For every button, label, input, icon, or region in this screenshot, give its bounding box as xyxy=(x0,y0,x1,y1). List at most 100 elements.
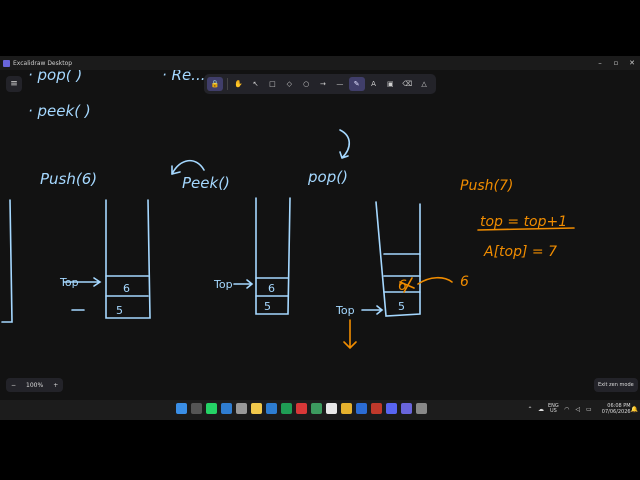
diamond-icon: ◇ xyxy=(286,80,292,88)
push7-label: Push(7) xyxy=(460,178,513,194)
arrow-icon: → xyxy=(320,80,326,88)
file-explorer-icon[interactable] xyxy=(251,403,262,414)
lock-tool-button[interactable]: 🔒 xyxy=(207,77,223,91)
exit-zen-mode-button[interactable]: Exit zen mode xyxy=(594,378,638,392)
zoom-controls: − 100% + xyxy=(6,378,64,392)
stack-1 xyxy=(105,199,151,319)
text-tool-button[interactable]: A xyxy=(366,77,382,91)
lock-icon: 🔒 xyxy=(210,80,220,88)
toolbar-separator xyxy=(226,78,228,90)
image-icon: ▣ xyxy=(387,80,394,88)
stack-3-crossed-6: 6 xyxy=(398,278,407,294)
excel-icon[interactable] xyxy=(281,403,292,414)
chevron-up-icon[interactable]: ⌃ xyxy=(526,406,534,413)
settings-icon[interactable] xyxy=(236,403,247,414)
whatsapp-icon[interactable] xyxy=(206,403,217,414)
canvas-drawing: · pop( ) · Re... · peek( ) Push(6) Peek(… xyxy=(1,66,575,350)
popped-value: 6 xyxy=(460,274,469,290)
onedrive-icon[interactable]: ☁ xyxy=(537,406,545,413)
push6-label: Push(6) xyxy=(40,170,97,188)
language-indicator[interactable]: ENG US xyxy=(548,404,559,414)
hand-tool-button[interactable]: ✋ xyxy=(231,77,247,91)
line-tool-button[interactable]: — xyxy=(332,77,348,91)
wifi-icon[interactable]: ◠ xyxy=(563,406,571,413)
minimize-button[interactable]: – xyxy=(592,59,608,67)
re-text: · Re... xyxy=(162,70,206,84)
top-label-2: Top xyxy=(213,278,233,291)
ellipse-icon: ○ xyxy=(303,80,310,88)
top-arrow-3 xyxy=(361,305,384,315)
clock-date: 07/06/2026 xyxy=(601,409,631,415)
eraser-tool-button[interactable]: ⌫ xyxy=(399,77,415,91)
assign-statement: A[top] = 7 xyxy=(483,244,557,260)
maximize-button[interactable]: ▫ xyxy=(608,59,624,67)
selection-tool-button[interactable]: ↖ xyxy=(248,77,264,91)
region-code: US xyxy=(549,408,557,414)
selection-icon: ↖ xyxy=(252,80,259,88)
excalidraw-window: Excalidraw Desktop – ▫ ✕ · pop() · Re..… xyxy=(0,56,640,420)
stack-2-value-6: 6 xyxy=(268,282,275,295)
top-label-3: Top xyxy=(335,304,355,317)
shape-toolbar: 🔒 ✋ ↖ □ ◇ ○ → — ✎ A ▣ ⌫ △ xyxy=(204,74,436,94)
drawing-canvas[interactable]: · pop( ) · Re... · peek( ) Push(6) Peek(… xyxy=(0,66,640,386)
more-tools-tool-button[interactable]: △ xyxy=(416,77,432,91)
taskbar-apps xyxy=(176,403,431,414)
image-tool-button[interactable]: ▣ xyxy=(382,77,398,91)
arrow-tool-button[interactable]: → xyxy=(315,77,331,91)
intellij-icon[interactable] xyxy=(371,403,382,414)
pop-text: · pop( ) xyxy=(28,70,82,84)
left-stack-edge xyxy=(1,199,13,323)
top-label-1: Top xyxy=(59,276,79,289)
volume-icon[interactable]: ◁ xyxy=(574,406,582,413)
pop-out-arrow xyxy=(417,276,453,285)
more-tools-icon: △ xyxy=(421,80,427,88)
zoom-in-button[interactable]: + xyxy=(48,382,63,389)
hamburger-icon: ≡ xyxy=(10,79,18,89)
discord-icon[interactable] xyxy=(386,403,397,414)
store-icon[interactable] xyxy=(266,403,277,414)
hand-icon: ✋ xyxy=(234,80,244,88)
pencil-icon: ✎ xyxy=(353,80,360,88)
zoom-out-button[interactable]: − xyxy=(6,382,21,389)
top-arrow-2 xyxy=(233,279,254,289)
stack-3 xyxy=(375,201,421,317)
pencil-tool-button[interactable]: ✎ xyxy=(348,77,365,91)
search-icon[interactable] xyxy=(191,403,202,414)
stack-1-value-6: 6 xyxy=(123,282,130,295)
window-title: Excalidraw Desktop xyxy=(13,59,73,67)
close-button[interactable]: ✕ xyxy=(624,59,640,67)
stack-2-value-5: 5 xyxy=(264,300,271,313)
pop-curve-arrow xyxy=(339,129,351,159)
stack-3-value-5: 5 xyxy=(398,300,405,313)
notepad-icon[interactable] xyxy=(326,403,337,414)
windows-taskbar: ⌃ ☁ ENG US ◠ ◁ ▭ 06:08 PM 07/06/2026 🔔 xyxy=(0,400,640,420)
vscode-icon[interactable] xyxy=(356,403,367,414)
peek-label: Peek() xyxy=(182,174,230,192)
down-arrow xyxy=(343,319,357,350)
photos-icon[interactable] xyxy=(221,403,232,414)
stack-1-value-5: 5 xyxy=(116,304,123,317)
text-icon: A xyxy=(371,80,376,88)
chrome-icon[interactable] xyxy=(341,403,352,414)
zoom-level[interactable]: 100% xyxy=(21,382,48,389)
start-icon[interactable] xyxy=(176,403,187,414)
window-controls: – ▫ ✕ xyxy=(592,59,640,67)
line-icon: — xyxy=(336,80,344,88)
diamond-tool-button[interactable]: ◇ xyxy=(281,77,297,91)
ellipse-tool-button[interactable]: ○ xyxy=(298,77,314,91)
main-menu-button[interactable]: ≡ xyxy=(6,76,22,92)
app-green-icon[interactable] xyxy=(311,403,322,414)
excalidraw-app-icon xyxy=(3,59,10,67)
system-tray: ⌃ ☁ ENG US ◠ ◁ ▭ 06:08 PM 07/06/2026 🔔 xyxy=(526,403,640,415)
rectangle-tool-button[interactable]: □ xyxy=(265,77,281,91)
recorder-icon[interactable] xyxy=(416,403,427,414)
top-increment: top = top+1 xyxy=(480,214,567,230)
pop-label: pop() xyxy=(307,168,348,186)
excalidraw-taskbar-icon[interactable] xyxy=(401,403,412,414)
notification-icon[interactable]: 🔔 xyxy=(631,406,639,413)
rectangle-icon: □ xyxy=(269,80,276,88)
acrobat-icon[interactable] xyxy=(296,403,307,414)
title-bar: Excalidraw Desktop – ▫ ✕ xyxy=(0,56,640,70)
clock[interactable]: 06:08 PM 07/06/2026 xyxy=(602,403,631,415)
battery-icon[interactable]: ▭ xyxy=(585,406,593,413)
